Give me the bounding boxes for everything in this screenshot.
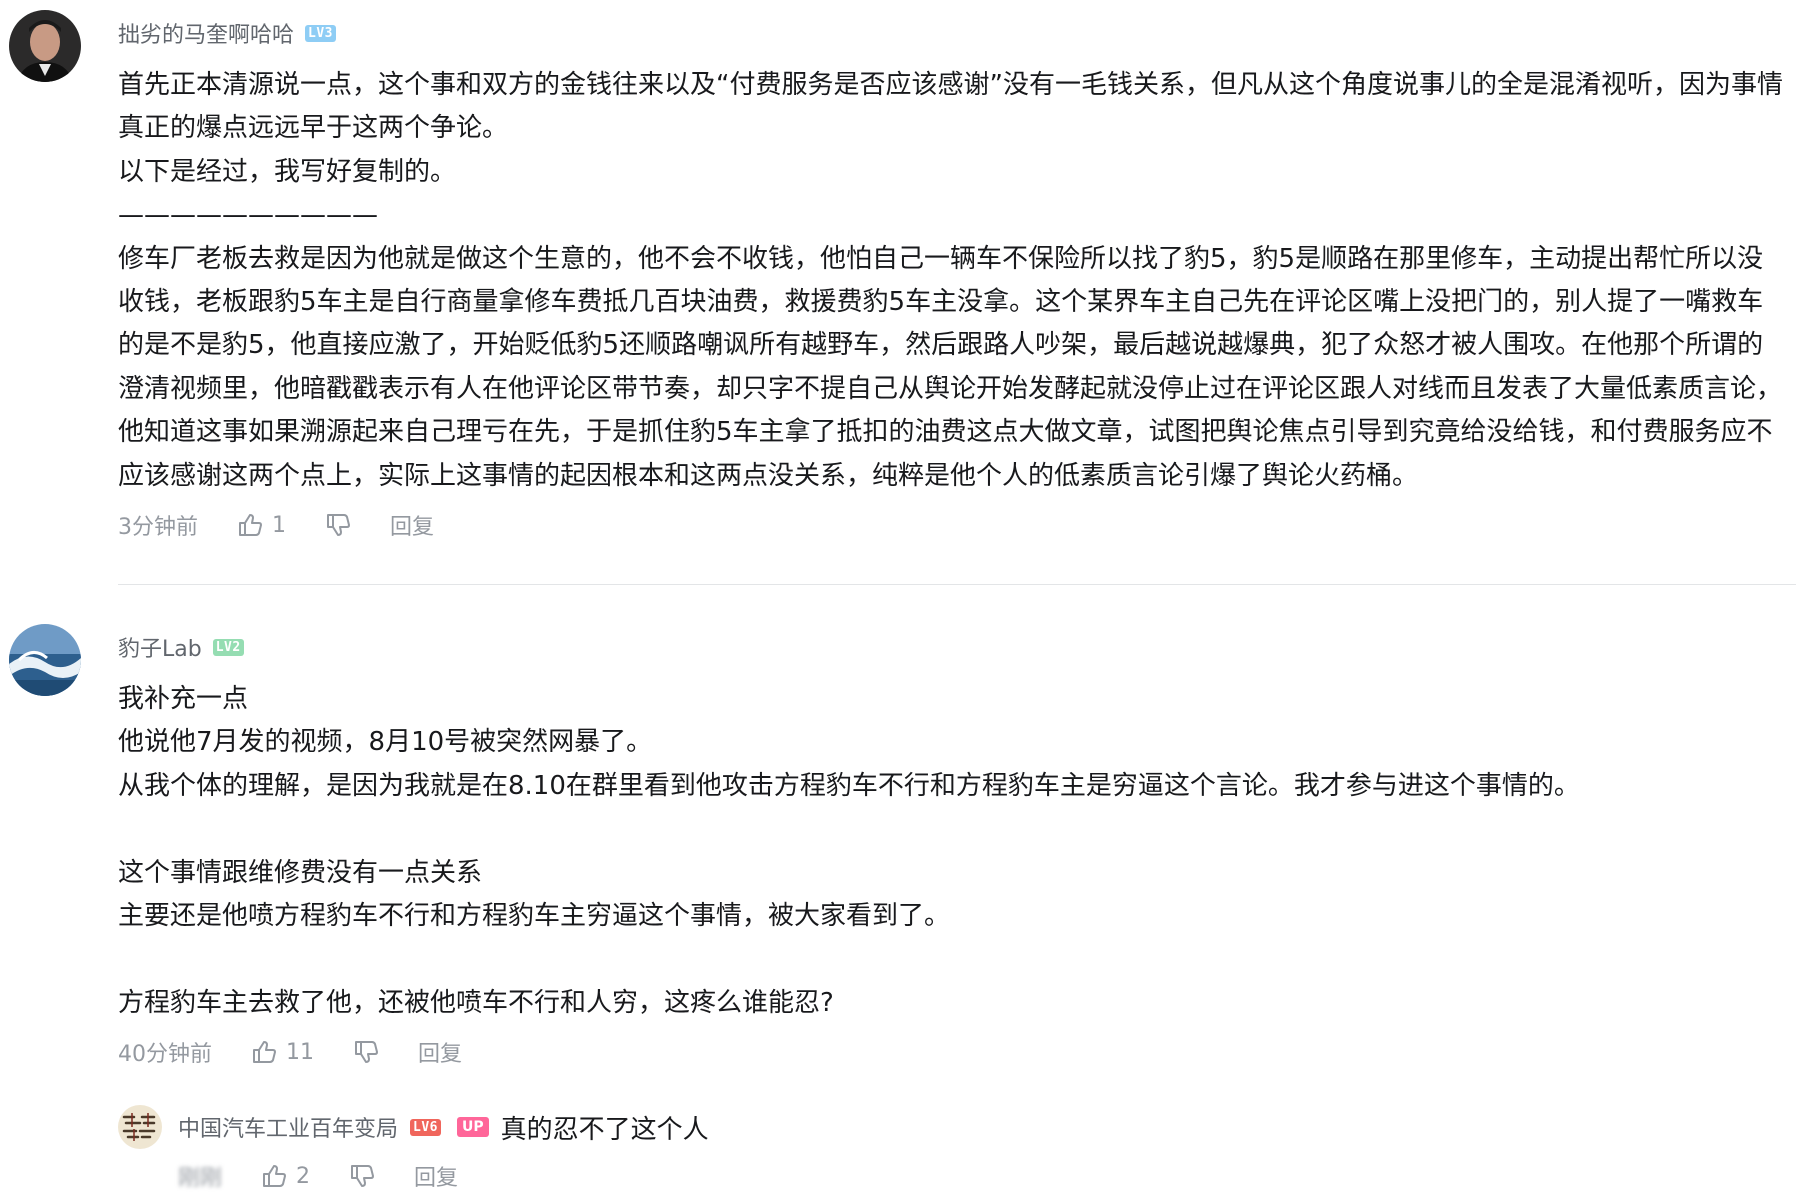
thumbs-down-icon — [355, 1041, 378, 1064]
comment-paragraph: 这个事情跟维修费没有一点关系 — [118, 857, 483, 888]
dislike-button[interactable] — [352, 1038, 380, 1066]
username[interactable]: 豹子Lab — [118, 631, 202, 663]
comment-time: 刚刚 — [178, 1166, 223, 1191]
like-count: 1 — [272, 512, 286, 538]
level-badge: LV6 — [410, 1118, 441, 1136]
avatar-image — [9, 10, 81, 82]
like-button[interactable]: 11 — [250, 1038, 314, 1066]
comment-meta: 3分钟前 1 回复 — [118, 508, 1796, 542]
comment-divider — [118, 584, 1796, 585]
like-count: 11 — [286, 1039, 314, 1065]
username[interactable]: 中国汽车工业百年变局 — [178, 1111, 398, 1143]
level-badge: LV3 — [305, 24, 336, 42]
comment-paragraph: 首先正本清源说一点，这个事和双方的金钱往来以及“付费服务是否应该感谢”没有一毛钱… — [118, 70, 1783, 144]
thumbs-up-icon — [263, 1165, 287, 1187]
comment-paragraph: 以下是经过，我写好复制的。 — [118, 156, 457, 187]
avatar[interactable] — [9, 624, 81, 696]
thumbs-up-icon — [253, 1041, 276, 1064]
comment-paragraph: 我补充一点 — [118, 684, 249, 714]
dislike-button[interactable] — [324, 511, 352, 539]
like-button[interactable]: 1 — [236, 511, 286, 539]
like-button[interactable]: 2 — [260, 1162, 310, 1190]
avatar[interactable] — [9, 10, 81, 82]
comment-meta: 刚刚 2 回复 — [178, 1159, 458, 1193]
reply-content: 真的忍不了这个人 — [500, 1114, 709, 1145]
comment-content: 首先正本清源说一点，这个事和双方的金钱往来以及“付费服务是否应该感谢”没有一毛钱… — [118, 64, 1783, 498]
comment-paragraph: —————————— — [118, 200, 378, 231]
comment-paragraph: 修车厂老板去救是因为他就是做这个生意的，他不会不收钱，他怕自己一辆车不保险所以找… — [118, 243, 1783, 491]
avatar-image — [9, 624, 81, 696]
like-count: 2 — [296, 1163, 311, 1189]
up-badge: UP — [457, 1117, 489, 1137]
thumbs-down-icon — [327, 514, 350, 537]
comment-paragraph — [118, 808, 1783, 851]
level-badge: LV2 — [212, 638, 244, 656]
avatar-image — [118, 1105, 162, 1149]
dislike-button[interactable] — [348, 1162, 376, 1190]
comment-content: 我补充一点 他说他7月发的视频，8月10号被突然网暴了。 从我个体的理解，是因为… — [118, 678, 1783, 1025]
comment-paragraph: 方程豹车主去救了他，还被他喷车不行和人穷，这疼么谁能忍? — [118, 987, 834, 1018]
comment-paragraph: 主要还是他喷方程豹车不行和方程豹车主穷逼这个事情，被大家看到了。 — [118, 901, 951, 932]
reply-button[interactable]: 回复 — [414, 1160, 458, 1192]
reply-button[interactable]: 回复 — [390, 509, 434, 541]
comment-paragraph: 他说他7月发的视频，8月10号被突然网暴了。 — [118, 727, 653, 758]
username[interactable]: 拙劣的马奎啊哈哈 — [118, 17, 294, 49]
comment-time: 40分钟前 — [118, 1042, 212, 1068]
thumbs-up-icon — [239, 514, 262, 537]
thumbs-down-icon — [351, 1165, 375, 1187]
comment-meta: 40分钟前 11 回复 — [118, 1035, 1796, 1069]
reply-button[interactable]: 回复 — [418, 1036, 462, 1068]
comment-time: 3分钟前 — [118, 515, 198, 541]
comment-paragraph: 从我个体的理解，是因为我就是在8.10在群里看到他攻击方程豹车不行和方程豹车主是… — [118, 770, 1580, 801]
comment-paragraph — [118, 938, 1783, 981]
avatar[interactable] — [118, 1105, 162, 1149]
